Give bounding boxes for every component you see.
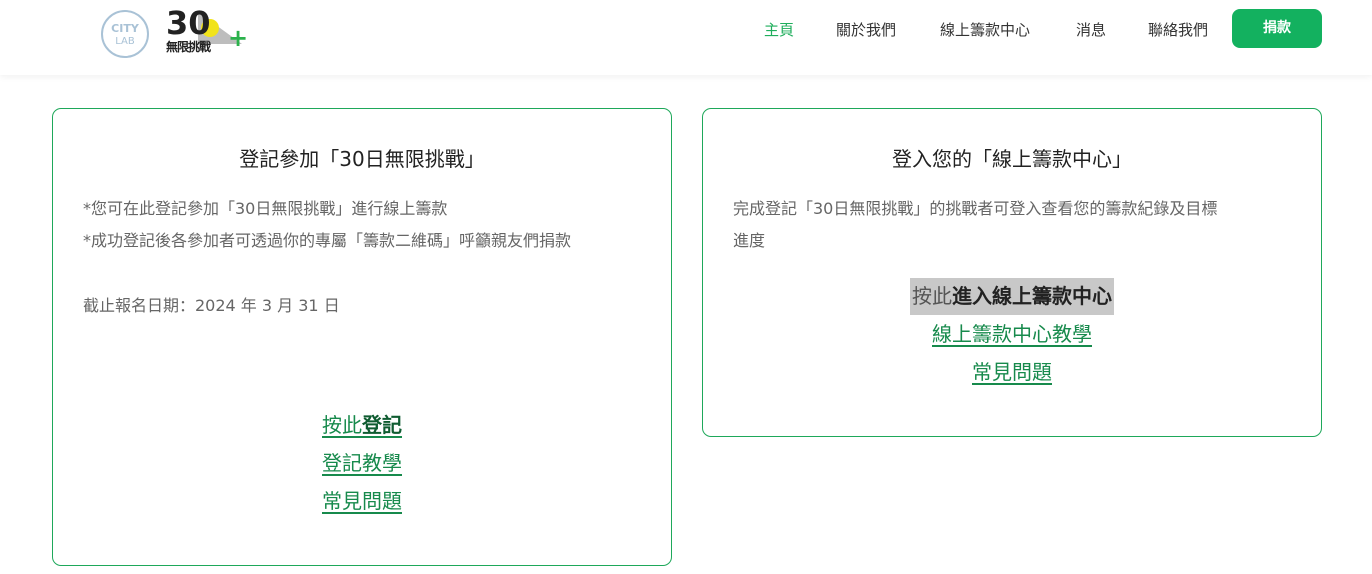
svg-text:LAB: LAB — [115, 36, 135, 47]
plus-icon: + — [228, 24, 249, 52]
donate-button[interactable]: 捐款 — [1232, 9, 1322, 48]
site-header: CITY LAB 30 無限挑戰 + 主頁 關於我們 線上籌款中心 消息 聯絡我… — [0, 0, 1372, 75]
nav-fundraising-center[interactable]: 線上籌款中心 — [940, 19, 1030, 40]
register-tutorial-link[interactable]: 登記教學 — [53, 444, 671, 482]
challenge-logo: 30 無限挑戰 + — [164, 4, 250, 60]
register-info-line-2: *成功登記後各參加者可透過你的專屬「籌款二維碼」呼籲親友們捐款 — [83, 231, 572, 250]
register-faq-link[interactable]: 常見問題 — [53, 482, 671, 520]
enter-fundraising-center-highlight: 按此進入線上籌款中心 — [910, 278, 1114, 315]
nav-news[interactable]: 消息 — [1076, 19, 1106, 40]
register-links: 按此登記 登記教學 常見問題 — [53, 406, 671, 520]
login-card-title: 登入您的「線上籌款中心」 — [892, 147, 1132, 171]
logo-group[interactable]: CITY LAB 30 無限挑戰 + — [100, 4, 248, 60]
register-info-line-1: *您可在此登記參加「30日無限挑戰」進行線上籌款 — [83, 199, 448, 218]
enter-fundraising-center-link[interactable]: 按此進入線上籌款中心 — [703, 277, 1321, 315]
login-card: 登入您的「線上籌款中心」 完成登記「30日無限挑戰」的挑戰者可登入查看您的籌款紀… — [702, 108, 1322, 437]
register-link-prefix: 按此 — [322, 413, 362, 437]
nav-contact[interactable]: 聯絡我們 — [1148, 19, 1208, 40]
nav-about[interactable]: 關於我們 — [836, 19, 896, 40]
logo-text: 無限挑戰 — [166, 40, 211, 54]
logo-number: 30 — [166, 4, 211, 42]
register-deadline: 截止報名日期：2024 年 3 月 31 日 — [83, 296, 340, 315]
enter-link-prefix: 按此 — [912, 284, 952, 308]
enter-link-bold: 進入線上籌款中心 — [952, 284, 1112, 308]
register-link[interactable]: 按此登記 — [53, 406, 671, 444]
fundraising-center-tutorial-link[interactable]: 線上籌款中心教學 — [703, 315, 1321, 353]
register-link-bold: 登記 — [362, 413, 402, 437]
login-info-line-1: 完成登記「30日無限挑戰」的挑戰者可登入查看您的籌款紀錄及目標 — [733, 199, 1218, 218]
login-faq-link[interactable]: 常見問題 — [703, 353, 1321, 391]
nav-home[interactable]: 主頁 — [764, 19, 794, 40]
login-info-line-2: 進度 — [733, 231, 766, 250]
login-links: 按此進入線上籌款中心 線上籌款中心教學 常見問題 — [703, 277, 1321, 391]
svg-text:CITY: CITY — [111, 22, 140, 35]
register-card-title: 登記參加「30日無限挑戰」 — [239, 147, 485, 171]
citylab-logo-icon: CITY LAB — [101, 10, 149, 58]
register-card: 登記參加「30日無限挑戰」 *您可在此登記參加「30日無限挑戰」進行線上籌款 *… — [52, 108, 672, 566]
